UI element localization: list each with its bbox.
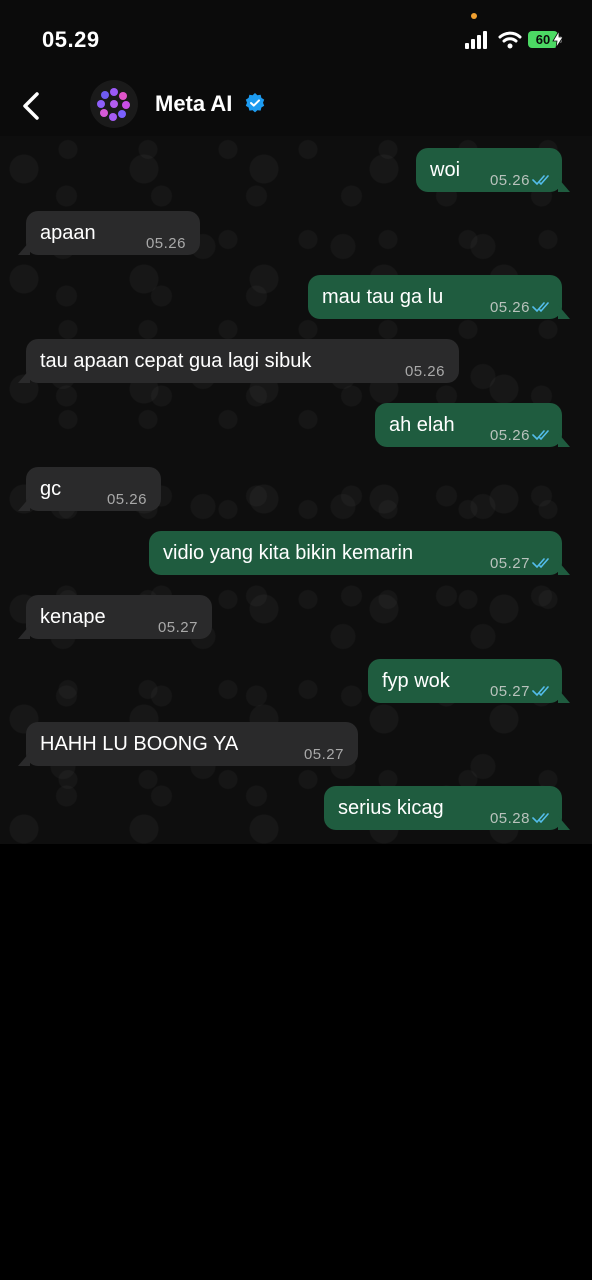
- double-check-read-icon: [532, 558, 549, 569]
- double-check-read-icon: [532, 686, 549, 697]
- meta-ai-ring-icon: [97, 88, 130, 121]
- incoming-message[interactable]: tau apaan cepat gua lagi sibuk 05.26: [18, 339, 459, 383]
- status-time: 05.29: [42, 27, 100, 52]
- bubble-tail: [18, 497, 30, 511]
- incoming-message[interactable]: gc 05.26: [18, 467, 161, 511]
- message-time: 05.27: [303, 746, 344, 763]
- double-check-read-icon: [532, 175, 549, 186]
- outgoing-message[interactable]: fyp wok 05.27: [368, 659, 570, 703]
- message-text: mau tau ga lu: [322, 286, 444, 308]
- avatar[interactable]: [90, 80, 138, 128]
- message-text: serius kicag: [338, 797, 444, 819]
- double-check-read-icon: [532, 813, 549, 824]
- outgoing-message[interactable]: mau tau ga lu 05.26: [308, 275, 570, 319]
- message-time: 05.26: [145, 235, 186, 252]
- wifi-icon: [498, 31, 522, 49]
- bubble-tail: [558, 433, 570, 447]
- double-check-read-icon: [532, 302, 549, 313]
- message-text: ah elah: [389, 414, 455, 436]
- message-text: HAHH LU BOONG YA: [40, 733, 239, 755]
- bubble-tail: [558, 816, 570, 830]
- double-check-read-icon: [532, 430, 549, 441]
- outgoing-message[interactable]: woi 05.26: [416, 148, 570, 192]
- message-time: 05.26: [106, 491, 147, 508]
- cellular-signal-icon: [465, 31, 487, 49]
- message-time: 05.27: [157, 619, 198, 636]
- chevron-left-icon[interactable]: [18, 90, 44, 122]
- contact-name[interactable]: Meta AI: [155, 91, 232, 117]
- message-time: 05.26: [489, 299, 530, 316]
- message-time: 05.26: [489, 427, 530, 444]
- message-text: gc: [40, 478, 62, 500]
- bubble-tail: [18, 625, 30, 639]
- bubble-tail: [18, 241, 30, 255]
- bubble-tail: [558, 689, 570, 703]
- chat-header: Meta AI: [0, 78, 592, 136]
- message-time: 05.26: [489, 172, 530, 189]
- message-time: 05.27: [489, 555, 530, 572]
- message-time: 05.27: [489, 683, 530, 700]
- message-text: kenape: [40, 606, 106, 628]
- privacy-indicator-dot: [471, 13, 477, 19]
- message-text: apaan: [40, 222, 96, 244]
- charging-bolt-icon: [552, 31, 564, 48]
- incoming-message[interactable]: kenape 05.27: [18, 595, 212, 639]
- bubble-tail: [558, 178, 570, 192]
- outgoing-message[interactable]: vidio yang kita bikin kemarin 05.27: [149, 531, 570, 575]
- bubble-tail: [18, 752, 30, 766]
- outgoing-message[interactable]: serius kicag 05.28: [324, 786, 570, 830]
- incoming-message[interactable]: HAHH LU BOONG YA 05.27: [18, 722, 358, 766]
- bubble-tail: [558, 561, 570, 575]
- status-bar: 05.29 60: [0, 0, 592, 78]
- incoming-message[interactable]: apaan 05.26: [18, 211, 200, 255]
- bubble-tail: [18, 369, 30, 383]
- bubble-tail: [558, 305, 570, 319]
- message-text: tau apaan cepat gua lagi sibuk: [40, 350, 312, 372]
- message-time: 05.26: [404, 363, 445, 380]
- chat-messages[interactable]: woi 05.26 apaan 05.26 mau tau ga lu 05.2…: [0, 136, 592, 844]
- message-text: fyp wok: [382, 670, 450, 692]
- message-text: woi: [430, 159, 461, 181]
- message-time: 05.28: [489, 810, 530, 827]
- outgoing-message[interactable]: ah elah 05.26: [375, 403, 570, 447]
- verified-badge-icon: [245, 93, 265, 113]
- message-text: vidio yang kita bikin kemarin: [163, 542, 414, 564]
